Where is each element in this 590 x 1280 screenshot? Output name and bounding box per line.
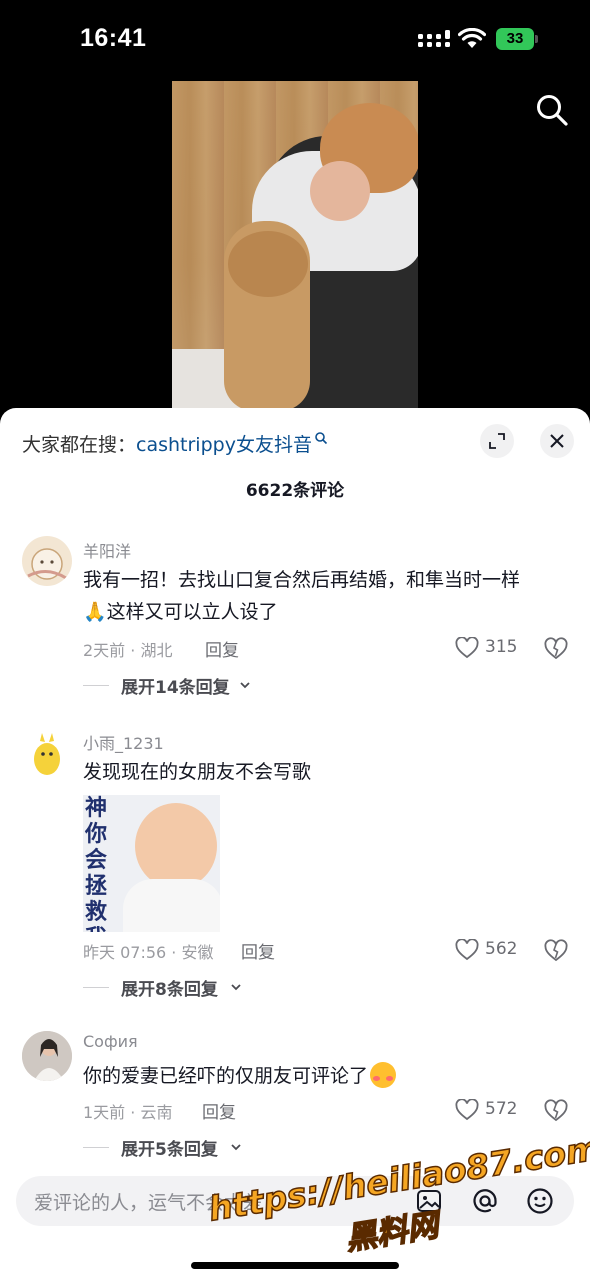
emoji-icon[interactable] [525, 1186, 555, 1216]
broken-heart-icon[interactable] [544, 939, 568, 963]
avatar[interactable] [22, 729, 72, 779]
like-button[interactable]: 572 [455, 1098, 525, 1124]
like-count: 315 [485, 637, 518, 657]
expand-replies-label: 展开8条回复 [121, 980, 218, 1000]
chevron-down-icon [231, 1144, 241, 1151]
comment-text: 你的爱妻已经吓的仅朋友可评论了 [83, 1060, 568, 1092]
avatar[interactable] [22, 536, 72, 586]
expand-replies-label: 展开5条回复 [121, 1140, 218, 1160]
battery-level: 33 [496, 28, 534, 50]
expand-replies-label: 展开14条回复 [121, 678, 230, 698]
wifi-icon [458, 28, 486, 48]
like-count: 572 [485, 1099, 518, 1119]
comment-username[interactable]: София [83, 1032, 138, 1051]
expand-replies[interactable]: 展开14条回复 [83, 673, 283, 698]
comment-count: 6622条评论 [245, 481, 345, 501]
hot-search-keyword[interactable]: cashtrippy女友抖音 [136, 434, 312, 456]
expand-button[interactable] [480, 424, 514, 458]
signal-icon [418, 30, 450, 47]
hot-face-emoji-icon [370, 1062, 397, 1088]
video-frame[interactable] [172, 81, 418, 413]
like-count: 562 [485, 939, 518, 959]
chevron-down-icon [240, 682, 250, 689]
status-bar: 16:41 33 [0, 0, 590, 80]
comment-text: 我有一招！去找山口复合然后再结婚，和隼当时一样 🙏这样又可以立人设了 [83, 564, 568, 628]
comment-time-location: 昨天 07:56 · 安徽 [83, 943, 214, 962]
comment-text-line: 我有一招！去找山口复合然后再结婚，和隼当时一样 [83, 569, 521, 591]
broken-heart-icon[interactable] [544, 1099, 568, 1123]
hot-search-prefix: 大家都在搜： [22, 434, 137, 456]
home-indicator[interactable] [191, 1262, 399, 1269]
sticker-image[interactable]: 神你会拯救我吗 [83, 795, 220, 932]
expand-replies[interactable]: 展开5条回复 [83, 1135, 273, 1160]
small-search-icon [315, 432, 328, 445]
battery-icon: 33 [496, 28, 540, 50]
like-button[interactable]: 315 [455, 636, 525, 662]
comment-username[interactable]: 小雨_1231 [83, 730, 164, 754]
reply-button[interactable]: 回复 [205, 636, 239, 661]
heart-icon [455, 637, 479, 659]
search-icon[interactable] [534, 92, 570, 128]
broken-heart-icon[interactable] [544, 637, 568, 661]
close-icon [550, 434, 564, 448]
chevron-down-icon [231, 984, 241, 991]
like-button[interactable]: 562 [455, 938, 525, 964]
heart-icon [455, 939, 479, 961]
comment-time-location: 1天前 · 云南 [83, 1103, 173, 1122]
comment-text-line: 🙏这样又可以立人设了 [83, 601, 278, 623]
sticker-text: 神你会拯救我吗 [85, 795, 108, 932]
comment-time-location: 2天前 · 湖北 [83, 641, 173, 660]
comment-username[interactable]: 羊阳洋 [83, 538, 131, 562]
status-time: 16:41 [80, 24, 147, 52]
reply-button[interactable]: 回复 [202, 1098, 236, 1123]
hot-search-bar[interactable]: 大家都在搜：cashtrippy女友抖音 [22, 430, 328, 457]
avatar[interactable] [22, 1031, 72, 1081]
close-button[interactable] [540, 424, 574, 458]
expand-replies[interactable]: 展开8条回复 [83, 975, 273, 1000]
heart-icon [455, 1099, 479, 1121]
reply-button[interactable]: 回复 [241, 938, 275, 963]
comment-text: 发现现在的女朋友不会写歌 [83, 761, 312, 783]
hand-emoji-icon: 🙏 [83, 601, 107, 623]
expand-icon [489, 433, 505, 449]
at-icon[interactable] [470, 1186, 500, 1216]
